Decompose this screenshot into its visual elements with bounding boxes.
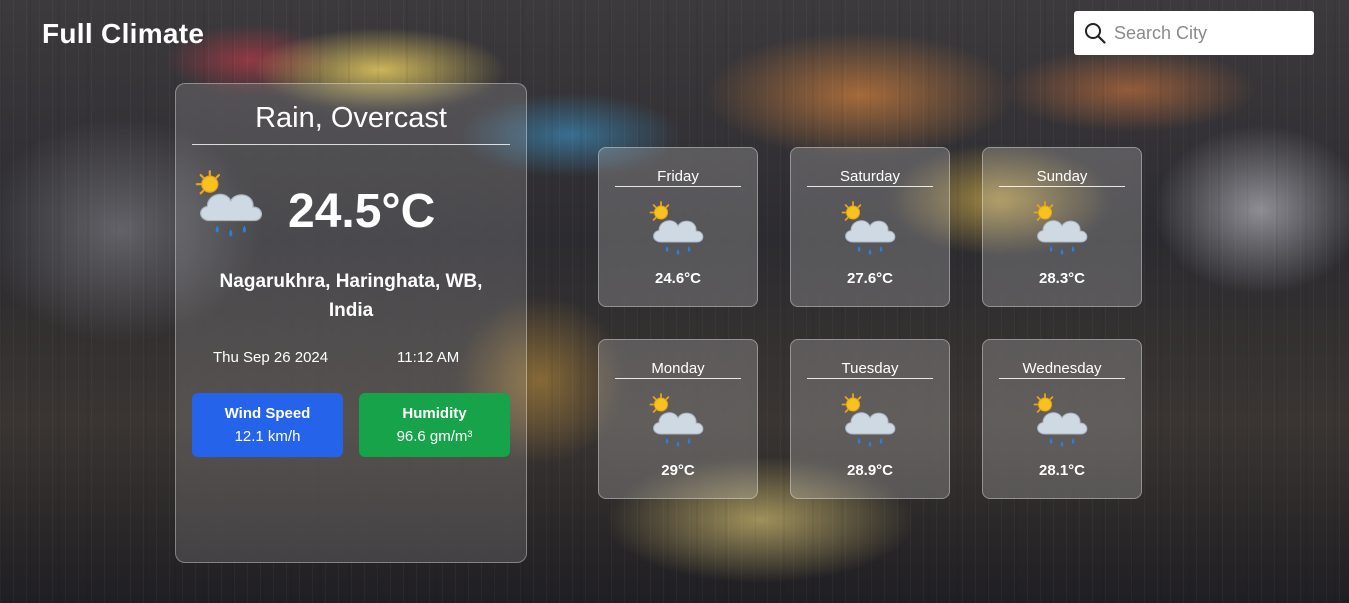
search-icon[interactable] [1084,22,1106,44]
forecast-day: Saturday [807,168,933,187]
forecast-temperature: 29°C [661,462,695,479]
humidity-label: Humidity [402,405,467,422]
forecast-card: Wednesday 28.1°C [982,339,1142,499]
wind-speed-value: 12.1 km/h [234,428,301,445]
app-title: Full Climate [42,18,205,49]
rain-cloud-sun-icon [1033,201,1088,255]
forecast-card: Friday 24.6°C [598,147,758,307]
rain-cloud-sun-icon [841,201,896,255]
current-temperature: 24.5°C [288,185,436,238]
rain-cloud-sun-icon [195,170,263,237]
rain-cloud-sun-icon [1033,393,1088,447]
forecast-temperature: 24.6°C [654,270,702,287]
forecast-temperature: 28.3°C [1038,270,1086,287]
forecast-day: Friday [615,168,741,187]
wind-speed-box: Wind Speed 12.1 km/h [192,393,343,457]
forecast-temperature: 28.9°C [846,462,894,479]
search-input[interactable] [1114,22,1304,44]
forecast-card: Tuesday 28.9°C [790,339,950,499]
humidity-box: Humidity 96.6 gm/m³ [359,393,510,457]
forecast-card: Saturday 27.6°C [790,147,950,307]
current-weather-card: Rain, Overcast 24.5°C Nagarukhra, Haring… [175,83,527,563]
rain-cloud-sun-icon [649,201,704,255]
forecast-temperature: 27.6°C [846,270,894,287]
location-name: Nagarukhra, Haringhata, WB, India [219,271,483,321]
wind-speed-label: Wind Speed [224,405,311,422]
weather-condition: Rain, Overcast [192,102,510,145]
current-time: 11:12 AM [397,349,460,366]
humidity-value: 96.6 gm/m³ [396,428,473,445]
rain-cloud-sun-icon [649,393,704,447]
forecast-card: Monday 29°C [598,339,758,499]
forecast-day: Tuesday [807,360,933,379]
search-box[interactable] [1074,11,1314,55]
forecast-day: Monday [615,360,741,379]
forecast-card: Sunday 28.3°C [982,147,1142,307]
forecast-temperature: 28.1°C [1038,462,1086,479]
forecast-day: Sunday [999,168,1125,187]
forecast-day: Wednesday [999,360,1125,379]
current-date: Thu Sep 26 2024 [213,349,329,366]
rain-cloud-sun-icon [841,393,896,447]
